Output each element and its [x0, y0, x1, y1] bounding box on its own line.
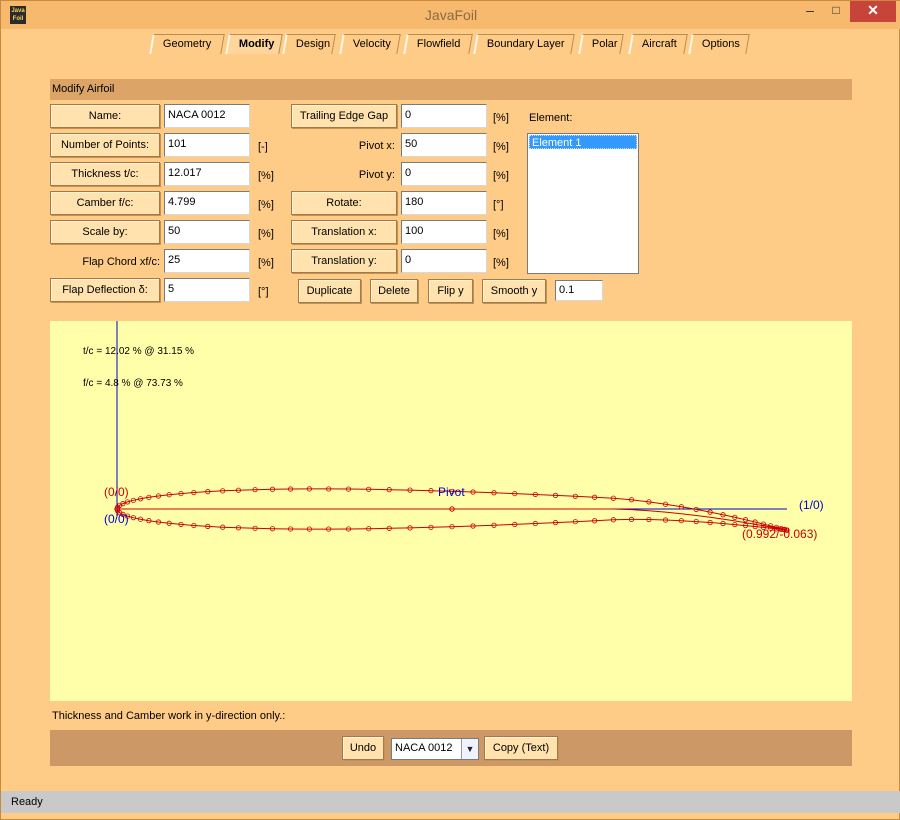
thickness-info: t/c = 12.02 % @ 31.15 % — [83, 346, 194, 357]
element-label: Element: — [529, 112, 573, 124]
tab-label: Velocity — [352, 38, 391, 50]
scale-by-field[interactable]: 50 — [164, 220, 250, 244]
app-window: Java Foil JavaFoil – □ ✕ Geometry Modify… — [0, 0, 900, 820]
scale-unit: [%] — [258, 228, 274, 240]
airfoil-plot-canvas: t/c = 12.02 % @ 31.15 % f/c = 4.8 % @ 73… — [83, 321, 824, 541]
flap-chord-field[interactable]: 25 — [164, 249, 250, 273]
pivot-x-unit: [%] — [493, 141, 509, 153]
flap-chord-unit: [%] — [258, 257, 274, 269]
pivot-x-field[interactable]: 50 — [401, 133, 487, 157]
combo-value: NACA 0012 — [395, 742, 453, 754]
translation-x-field[interactable]: 100 — [401, 220, 487, 244]
close-button[interactable]: ✕ — [850, 1, 896, 22]
tab-label: Design — [295, 38, 331, 50]
tab-design[interactable]: Design — [282, 34, 336, 54]
flap-deflection-button[interactable]: Flap Deflection δ: — [50, 278, 160, 302]
copy-text-button[interactable]: Copy (Text) — [484, 736, 558, 760]
title-bar[interactable]: Java Foil JavaFoil – □ ✕ — [1, 1, 900, 29]
smooth-y-button[interactable]: Smooth y — [482, 279, 546, 303]
duplicate-button[interactable]: Duplicate — [298, 279, 361, 303]
tab-label: Polar — [591, 38, 618, 50]
name-field[interactable]: NACA 0012 — [164, 104, 250, 128]
pivot-y-field[interactable]: 0 — [401, 162, 487, 186]
rotate-field[interactable]: 180 — [401, 191, 487, 215]
trailing-edge-label: (0.992/-0.063) — [742, 527, 817, 541]
maximize-button[interactable]: □ — [823, 1, 849, 22]
te-gap-unit: [%] — [493, 112, 509, 124]
translation-x-button[interactable]: Translation x: — [291, 220, 397, 244]
tab-polar[interactable]: Polar — [578, 34, 624, 54]
undo-button[interactable]: Undo — [342, 736, 384, 760]
status-bar: Ready — [1, 791, 900, 813]
pivot-label: Pivot — [438, 485, 465, 499]
translation-y-field[interactable]: 0 — [401, 249, 487, 273]
hint-text: Thickness and Camber work in y-direction… — [52, 710, 286, 722]
minimize-button[interactable]: – — [797, 1, 823, 22]
tab-modify[interactable]: Modify — [225, 34, 283, 54]
delete-button[interactable]: Delete — [370, 279, 418, 303]
tab-label: Flowfield — [416, 38, 461, 50]
tab-label: Geometry — [162, 38, 212, 50]
trailing-edge-gap-field[interactable]: 0 — [401, 104, 487, 128]
camber-info: f/c = 4.8 % @ 73.73 % — [83, 378, 183, 389]
camber-unit: [%] — [258, 199, 274, 211]
scale-by-button[interactable]: Scale by: — [50, 220, 160, 244]
tab-options[interactable]: Options — [688, 34, 750, 54]
tab-boundary-layer[interactable]: Boundary Layer — [473, 34, 575, 54]
one-zero-label: (1/0) — [799, 498, 824, 512]
trailing-edge-gap-button[interactable]: Trailing Edge Gap — [291, 104, 397, 128]
lower-surface-curve — [116, 508, 788, 531]
camber-button[interactable]: Camber f/c: — [50, 191, 160, 215]
thickness-field[interactable]: 12.017 — [164, 162, 250, 186]
chevron-down-icon[interactable]: ▼ — [461, 739, 478, 759]
translation-x-unit: [%] — [493, 228, 509, 240]
element-listbox[interactable]: Element 1 — [527, 133, 639, 274]
smooth-value-field[interactable]: 0.1 — [555, 280, 603, 301]
flip-y-button[interactable]: Flip y — [428, 279, 473, 303]
flap-chord-label: Flap Chord xf/c: — [82, 256, 160, 268]
tab-label: Options — [701, 38, 740, 50]
pivot-y-label: Pivot y: — [358, 169, 395, 181]
element-list-item[interactable]: Element 1 — [529, 135, 637, 149]
number-of-points-button[interactable]: Number of Points: — [50, 133, 160, 157]
flap-deflection-unit: [°] — [258, 286, 269, 298]
rotate-unit: [°] — [493, 199, 504, 211]
section-header: Modify Airfoil — [50, 79, 852, 100]
translation-y-unit: [%] — [493, 257, 509, 269]
tab-label: Modify — [238, 38, 275, 50]
origin-label-upper: (0/0) — [104, 485, 129, 499]
tab-label: Boundary Layer — [486, 38, 565, 50]
airfoil-plot[interactable]: t/c = 12.02 % @ 31.15 % f/c = 4.8 % @ 73… — [50, 321, 852, 701]
tab-geometry[interactable]: Geometry — [149, 34, 225, 54]
thickness-button[interactable]: Thickness t/c: — [50, 162, 160, 186]
number-of-points-field[interactable]: 101 — [164, 133, 250, 157]
flap-deflection-field[interactable]: 5 — [164, 278, 250, 302]
tab-velocity[interactable]: Velocity — [339, 34, 401, 54]
name-button[interactable]: Name: — [50, 104, 160, 128]
origin-label-lower: (0/0) — [104, 512, 129, 526]
tab-label: Aircraft — [641, 38, 677, 50]
pivot-y-unit: [%] — [493, 170, 509, 182]
camber-field[interactable]: 4.799 — [164, 191, 250, 215]
rotate-button[interactable]: Rotate: — [291, 191, 397, 215]
translation-y-button[interactable]: Translation y: — [291, 249, 397, 273]
points-unit: [-] — [258, 141, 268, 153]
pivot-x-label: Pivot x: — [358, 140, 395, 152]
window-title: JavaFoil — [424, 7, 478, 23]
tab-flowfield[interactable]: Flowfield — [403, 34, 473, 54]
thickness-unit: [%] — [258, 170, 274, 182]
tab-aircraft[interactable]: Aircraft — [628, 34, 688, 54]
airfoil-combo[interactable]: NACA 0012 ▼ — [391, 738, 479, 760]
